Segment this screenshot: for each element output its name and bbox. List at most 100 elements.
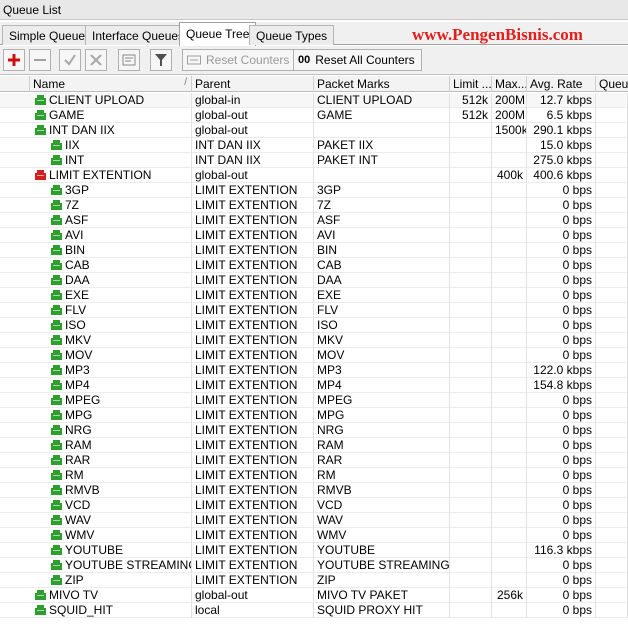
cell-limit-at bbox=[450, 228, 492, 243]
table-row[interactable]: DAA LIMIT EXTENTION DAA 0 bps bbox=[0, 273, 628, 288]
cell-max-limit bbox=[492, 468, 527, 483]
queue-enabled-icon bbox=[51, 485, 62, 495]
filter-button[interactable] bbox=[150, 49, 172, 71]
cell-packet-marks: MP3 bbox=[314, 363, 450, 378]
column-header-name[interactable]: Name / bbox=[30, 76, 192, 92]
reset-all-counters-button[interactable]: 00 Reset All Counters bbox=[293, 49, 422, 71]
table-row[interactable]: EXE LIMIT EXTENTION EXE 0 bps bbox=[0, 288, 628, 303]
remove-button[interactable] bbox=[29, 49, 51, 71]
cell-name: ZIP bbox=[30, 573, 192, 588]
cell-parent: LIMIT EXTENTION bbox=[192, 468, 314, 483]
table-row[interactable]: CAB LIMIT EXTENTION CAB 0 bps bbox=[0, 258, 628, 273]
cell-avg-rate: 6.5 kbps bbox=[527, 108, 596, 123]
tab-simple-queues[interactable]: Simple Queues bbox=[2, 25, 99, 45]
column-header-limit-at[interactable]: Limit ... bbox=[450, 76, 492, 92]
table-row[interactable]: MPEG LIMIT EXTENTION MPEG 0 bps bbox=[0, 393, 628, 408]
queue-name: INT bbox=[65, 153, 85, 167]
cell-name: MOV bbox=[30, 348, 192, 363]
table-row[interactable]: VCD LIMIT EXTENTION VCD 0 bps bbox=[0, 498, 628, 513]
table-row[interactable]: AVI LIMIT EXTENTION AVI 0 bps bbox=[0, 228, 628, 243]
tab-interface-queues[interactable]: Interface Queues bbox=[85, 25, 192, 45]
disable-button[interactable] bbox=[85, 49, 107, 71]
tab-queue-types[interactable]: Queue Types bbox=[249, 25, 335, 45]
table-row[interactable]: RM LIMIT EXTENTION RM 0 bps bbox=[0, 468, 628, 483]
cell-max-limit bbox=[492, 243, 527, 258]
table-row[interactable]: RAM LIMIT EXTENTION RAM 0 bps bbox=[0, 438, 628, 453]
cell-packet-marks: EXE bbox=[314, 288, 450, 303]
add-button[interactable] bbox=[3, 49, 25, 71]
table-row[interactable]: MPG LIMIT EXTENTION MPG 0 bps bbox=[0, 408, 628, 423]
table-row[interactable]: LIMIT EXTENTION global-out 400k 400.6 kbps bbox=[0, 168, 628, 183]
table-row[interactable]: YOUTUBE STREAMING LIMIT EXTENTION YOUTUBE … bbox=[0, 558, 628, 573]
cell-max-limit: 200M bbox=[492, 108, 527, 123]
cell-limit-at: 512k bbox=[450, 93, 492, 108]
table-row[interactable]: BIN LIMIT EXTENTION BIN 0 bps bbox=[0, 243, 628, 258]
queue-enabled-icon bbox=[51, 155, 62, 165]
cell-limit-at bbox=[450, 258, 492, 273]
column-header-packet-marks[interactable]: Packet Marks bbox=[314, 76, 450, 92]
cell-max-limit bbox=[492, 498, 527, 513]
table-row[interactable]: WMV LIMIT EXTENTION WMV 0 bps bbox=[0, 528, 628, 543]
reset-counters-button[interactable]: Reset Counters bbox=[182, 49, 297, 71]
plus-icon bbox=[8, 54, 20, 66]
cell-parent: LIMIT EXTENTION bbox=[192, 393, 314, 408]
queue-name: 7Z bbox=[65, 198, 80, 212]
queue-name: ASF bbox=[65, 213, 89, 227]
table-row[interactable]: INT DAN IIX global-out 1500k 290.1 kbps bbox=[0, 123, 628, 138]
table-row[interactable]: 7Z LIMIT EXTENTION 7Z 0 bps bbox=[0, 198, 628, 213]
cell-parent: LIMIT EXTENTION bbox=[192, 228, 314, 243]
cell-queued bbox=[596, 603, 628, 618]
table-row[interactable]: NRG LIMIT EXTENTION NRG 0 bps bbox=[0, 423, 628, 438]
minus-icon bbox=[34, 59, 46, 61]
queue-enabled-icon bbox=[51, 305, 62, 315]
column-header-parent[interactable]: Parent bbox=[192, 76, 314, 92]
cell-queued bbox=[596, 513, 628, 528]
cell-max-limit bbox=[492, 378, 527, 393]
table-row[interactable]: INT INT DAN IIX PAKET INT 275.0 kbps bbox=[0, 153, 628, 168]
cell-avg-rate: 0 bps bbox=[527, 483, 596, 498]
table-row[interactable]: MKV LIMIT EXTENTION MKV 0 bps bbox=[0, 333, 628, 348]
table-row[interactable]: MP4 LIMIT EXTENTION MP4 154.8 kbps bbox=[0, 378, 628, 393]
table-row[interactable]: SQUID_HIT local SQUID PROXY HIT 0 bps bbox=[0, 603, 628, 618]
cell-limit-at bbox=[450, 408, 492, 423]
cell-packet-marks: GAME bbox=[314, 108, 450, 123]
table-row[interactable]: ASF LIMIT EXTENTION ASF 0 bps bbox=[0, 213, 628, 228]
cell-packet-marks: BIN bbox=[314, 243, 450, 258]
cell-max-limit: 256k bbox=[492, 588, 527, 603]
cell-parent: INT DAN IIX bbox=[192, 153, 314, 168]
cell-parent: global-out bbox=[192, 108, 314, 123]
reset-all-counters-prefix: 00 bbox=[298, 54, 311, 66]
cell-max-limit bbox=[492, 183, 527, 198]
table-row[interactable]: FLV LIMIT EXTENTION FLV 0 bps bbox=[0, 303, 628, 318]
table-row[interactable]: WAV LIMIT EXTENTION WAV 0 bps bbox=[0, 513, 628, 528]
column-header-queued[interactable]: Queue bbox=[596, 76, 628, 92]
table-row[interactable]: RAR LIMIT EXTENTION RAR 0 bps bbox=[0, 453, 628, 468]
cell-packet-marks bbox=[314, 168, 450, 183]
cell-limit-at bbox=[450, 333, 492, 348]
table-row[interactable]: MIVO TV global-out MIVO TV PAKET 256k 0 bps bbox=[0, 588, 628, 603]
queue-enabled-icon bbox=[51, 500, 62, 510]
cell-queued bbox=[596, 168, 628, 183]
table-row[interactable]: ZIP LIMIT EXTENTION ZIP 0 bps bbox=[0, 573, 628, 588]
cell-packet-marks: ASF bbox=[314, 213, 450, 228]
column-header-avg-rate[interactable]: Avg. Rate bbox=[527, 76, 596, 92]
cell-limit-at bbox=[450, 273, 492, 288]
table-row[interactable]: YOUTUBE LIMIT EXTENTION YOUTUBE 116.3 kbps bbox=[0, 543, 628, 558]
cell-queued bbox=[596, 468, 628, 483]
enable-button[interactable] bbox=[59, 49, 81, 71]
cell-name: INT DAN IIX bbox=[30, 123, 192, 138]
tab-queue-tree[interactable]: Queue Tree bbox=[179, 22, 257, 46]
table-row[interactable]: GAME global-out GAME 512k 200M 6.5 kbps bbox=[0, 108, 628, 123]
column-header-max-limit[interactable]: Max... bbox=[492, 76, 527, 92]
queue-name: CAB bbox=[65, 258, 90, 272]
table-row[interactable]: MP3 LIMIT EXTENTION MP3 122.0 kbps bbox=[0, 363, 628, 378]
comment-button[interactable] bbox=[118, 49, 140, 71]
table-row[interactable]: CLIENT UPLOAD global-in CLIENT UPLOAD 512k 2… bbox=[0, 93, 628, 108]
table-row[interactable]: ISO LIMIT EXTENTION ISO 0 bps bbox=[0, 318, 628, 333]
table-row[interactable]: RMVB LIMIT EXTENTION RMVB 0 bps bbox=[0, 483, 628, 498]
table-row[interactable]: IIX INT DAN IIX PAKET IIX 15.0 kbps bbox=[0, 138, 628, 153]
queue-name: CLIENT UPLOAD bbox=[49, 93, 145, 107]
table-row[interactable]: 3GP LIMIT EXTENTION 3GP 0 bps bbox=[0, 183, 628, 198]
cell-queued bbox=[596, 348, 628, 363]
table-row[interactable]: MOV LIMIT EXTENTION MOV 0 bps bbox=[0, 348, 628, 363]
